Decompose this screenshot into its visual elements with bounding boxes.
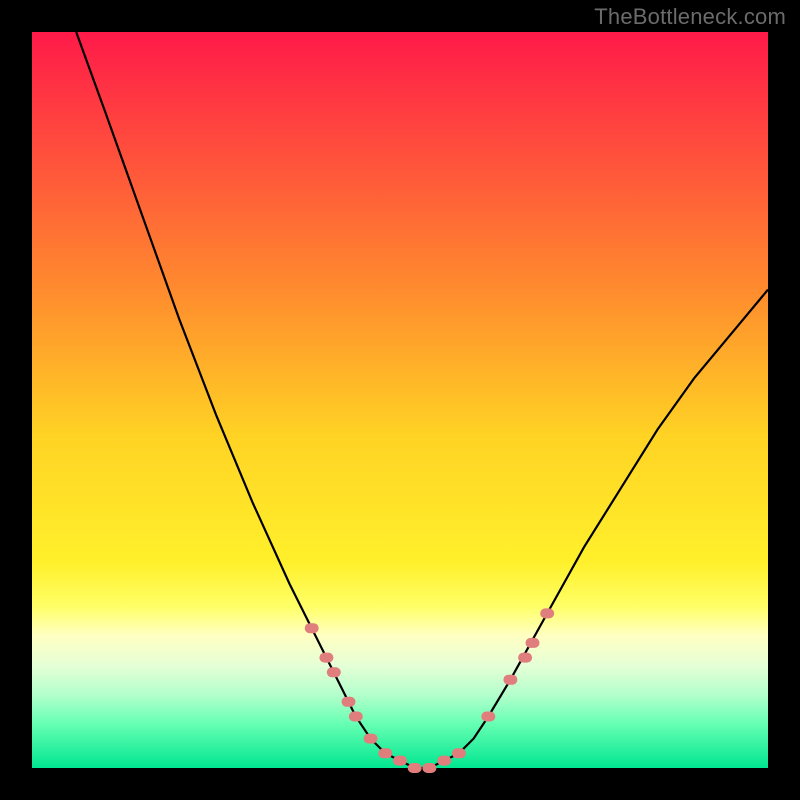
watermark-text: TheBottleneck.com [594, 4, 786, 30]
curve-marker [526, 638, 540, 648]
curve-marker [437, 756, 451, 766]
curve-marker [422, 763, 436, 773]
bottleneck-chart [0, 0, 800, 800]
curve-marker [481, 712, 495, 722]
plot-background [32, 32, 768, 768]
curve-marker [518, 653, 532, 663]
curve-marker [305, 623, 319, 633]
chart-frame: TheBottleneck.com [0, 0, 800, 800]
curve-marker [349, 712, 363, 722]
curve-marker [327, 667, 341, 677]
curve-marker [540, 608, 554, 618]
curve-marker [452, 748, 466, 758]
curve-marker [378, 748, 392, 758]
curve-marker [503, 675, 517, 685]
curve-marker [364, 734, 378, 744]
curve-marker [319, 653, 333, 663]
curve-marker [342, 697, 356, 707]
curve-marker [408, 763, 422, 773]
curve-marker [393, 756, 407, 766]
